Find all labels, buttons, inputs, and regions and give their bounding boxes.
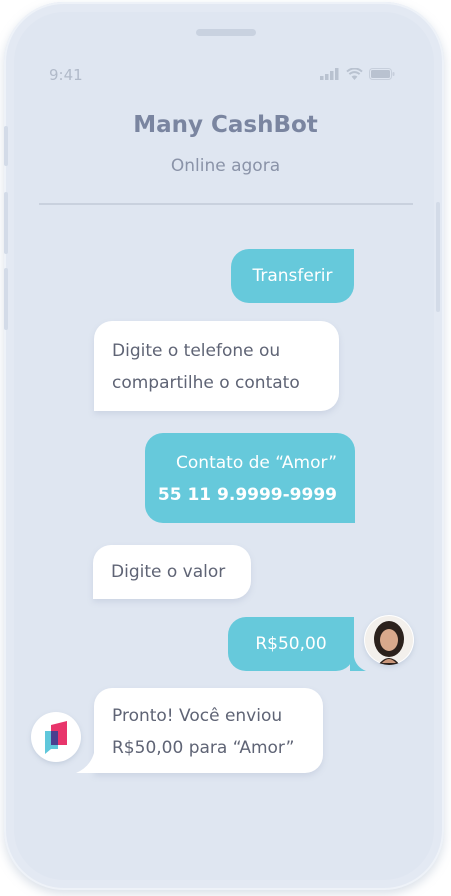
chat-status: Online agora [170,156,281,176]
message-bot-phone-request: Digite o telefone ou compartilhe o conta… [94,321,339,411]
volume-down-button [4,268,8,330]
speaker-grille [196,29,256,36]
message-line: compartilhe o contato [112,373,300,393]
header-divider [39,203,413,205]
bot-logo-icon [31,712,81,762]
contact-phone: 55 11 9.9999-9999 [157,485,337,505]
contact-name: Contato de “Amor” [176,453,337,473]
message-user-transferir: Transferir [231,249,354,303]
status-time: 9:41 [49,66,83,84]
message-line: Pronto! Você enviou [112,706,283,726]
message-user-contact: Contato de “Amor” 55 11 9.9999-9999 [145,433,355,523]
message-bot-confirmation: Pronto! Você enviou R$50,00 para “Amor” [94,688,323,773]
message-line: R$50,00 para “Amor” [112,738,295,758]
message-text: Transferir [252,266,333,286]
power-button [436,202,440,312]
message-line: Digite o telefone ou [112,341,281,361]
wifi-icon [346,68,363,80]
message-user-amount: R$50,00 [228,617,354,671]
volume-up-button [4,192,8,254]
message-text: R$50,00 [255,634,327,654]
message-text: Digite o valor [111,562,226,582]
status-icons [320,68,395,80]
message-bot-value-request: Digite o valor [93,545,251,599]
signal-icon [320,68,339,80]
chat-title: Many CashBot [133,112,318,138]
battery-icon [369,68,395,80]
user-avatar[interactable] [364,615,414,665]
